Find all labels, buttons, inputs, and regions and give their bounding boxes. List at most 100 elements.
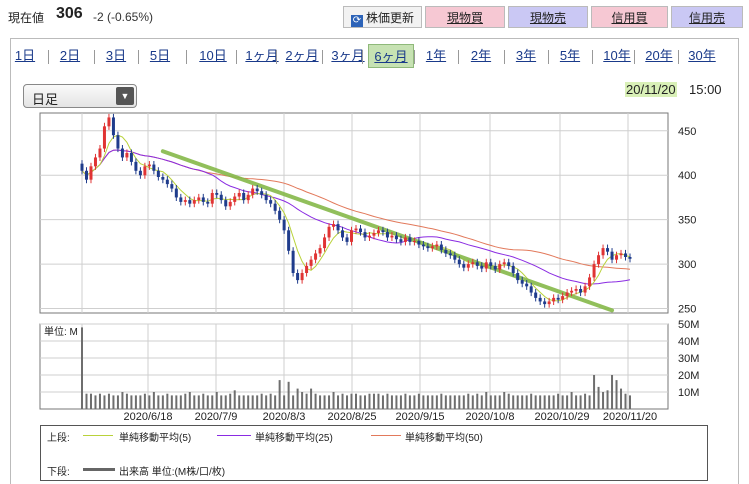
candle-body (507, 262, 511, 266)
volume-bar (539, 395, 542, 409)
volume-bar (346, 395, 349, 409)
candle-body (381, 230, 385, 233)
volume-bar (575, 395, 578, 409)
volume-bar (328, 395, 331, 409)
candle-body (579, 289, 583, 293)
volume-bar (597, 386, 600, 409)
volume-tick-label: 10M (678, 387, 699, 399)
volume-bar (265, 395, 268, 409)
candle-body (129, 153, 133, 162)
volume-panel (39, 323, 669, 410)
candle-body (565, 292, 569, 297)
candle-body (116, 135, 120, 149)
volume-bar (525, 395, 528, 409)
volume-bar (404, 393, 407, 409)
candle-body (219, 194, 223, 201)
candle-body (242, 193, 246, 201)
volume-bar (305, 393, 308, 409)
volume-bar (624, 393, 627, 409)
volume-bar (548, 395, 551, 409)
candle-body (309, 259, 313, 266)
date-tick-label: 2020/8/25 (328, 411, 377, 423)
candle-body (588, 277, 592, 287)
candle-body (426, 246, 430, 249)
candle-body (98, 148, 102, 158)
volume-bar (566, 395, 569, 409)
volume-bar (426, 395, 429, 409)
candle-body (408, 237, 412, 242)
volume-bar (260, 393, 263, 409)
candle-body (156, 170, 160, 177)
candle-body (341, 230, 345, 238)
legend-ma5: 単純移動平均(5) (119, 433, 192, 444)
candle-body (493, 265, 497, 270)
candle-body (372, 233, 376, 236)
stock-chart: 250 300 350 400 450 10M 20M 30M 40M 50M 単位: M 2020/… (39, 112, 699, 423)
candle-body (201, 197, 205, 202)
candle-body (93, 157, 97, 167)
candle-body (192, 200, 196, 204)
legend-volume: 出来高 単位:(M株/口/枚) (119, 467, 226, 478)
volume-bar (166, 393, 169, 409)
candle-body (305, 265, 309, 273)
volume-bar (161, 395, 164, 409)
candle-body (547, 301, 551, 305)
price-tick-label: 250 (678, 304, 696, 316)
volume-bar (611, 375, 614, 409)
volume-bar (417, 393, 420, 409)
candle-body (102, 126, 106, 149)
volume-bar (521, 395, 524, 409)
volume-bar (395, 395, 398, 409)
volume-bar (197, 395, 200, 409)
candle-body (520, 280, 524, 284)
candle-body (179, 197, 183, 202)
candle-body (210, 193, 214, 204)
volume-bar (462, 395, 465, 409)
volume-bar (179, 395, 182, 409)
volume-bar (368, 393, 371, 409)
volume-bar (489, 395, 492, 409)
volume-bar (251, 395, 254, 409)
candle-body (417, 241, 421, 245)
candle-body (134, 161, 138, 171)
volume-bar (629, 395, 631, 409)
candle-body (502, 262, 506, 265)
candle-body (453, 255, 457, 260)
candle-body (296, 273, 300, 281)
volume-bar (152, 392, 155, 409)
legend-ma25-swatch (217, 435, 251, 436)
volume-bar (301, 392, 304, 409)
candle-body (525, 283, 529, 287)
volume-bar (211, 395, 214, 409)
candle-body (165, 179, 169, 185)
volume-bar (130, 395, 133, 409)
candle-body (430, 246, 434, 249)
volume-bar (476, 393, 479, 409)
volume-bar (413, 395, 416, 409)
candle-body (197, 197, 201, 201)
candle-body (80, 163, 84, 171)
legend-volume-swatch (83, 468, 115, 471)
volume-bar (503, 392, 506, 409)
candle-body (471, 262, 475, 265)
volume-tick-label: 40M (678, 336, 699, 348)
volume-bar (543, 395, 546, 409)
volume-bar (112, 395, 115, 409)
candle-body (246, 194, 250, 201)
candle-body (597, 255, 601, 265)
candle-body (421, 244, 425, 247)
candle-body (300, 273, 304, 281)
volume-bar (449, 395, 452, 409)
volume-bar (588, 395, 591, 409)
candle-body (228, 201, 232, 207)
candle-body (251, 188, 255, 195)
volume-bar (242, 395, 245, 409)
candle-body (570, 290, 574, 293)
candle-body (394, 235, 398, 240)
volume-bar (570, 392, 573, 409)
candle-body (336, 224, 340, 231)
candle-body (278, 210, 282, 220)
volume-bar (206, 395, 209, 409)
volume-bar (350, 393, 353, 409)
volume-tick-label: 20M (678, 370, 699, 382)
